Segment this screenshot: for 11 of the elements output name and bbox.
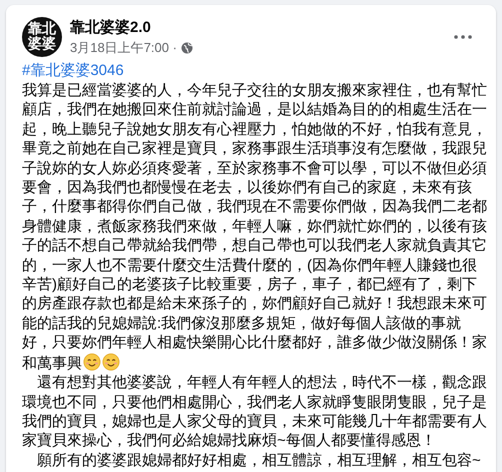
avatar[interactable]: 靠北婆婆	[22, 17, 62, 57]
post-paragraph: 願所有的婆婆跟媳婦都好好相處，相互體諒，相互理解，相互包容~	[36, 450, 482, 470]
more-options-icon[interactable]	[454, 35, 472, 39]
globe-icon	[180, 42, 193, 54]
post-paragraph: 我算是已經當婆婆的人，今年兒子交往的女朋友搬來家裡住，也有幫忙顧店，我們在她搬回來住前就討論過，是以結婚為目的的相處生活在一起，晚上聽兒子說她女朋友有心裡壓力，怕她做的不好，怕我有意見，畢竟之前她在自己家裡是寶貝，家務事跟生活瑣事沒有怎麼做，我跟兒子說妳的女人妳必須疼愛著，至於家務事不會可以學，可以不做但必須要會，因為我們也都慢慢在老去，以後妳們有自己的家庭，未來有孩子，什麼事都得你們自己做，我們現在不需要你們做，因為我們二老都身體健康，煮飯家務我們來做，年輕人嘛，妳們就忙妳們的，以後有孩子的話不想自己帶就給我們帶，想自己帶也可以我們老人家就負責其它的，一家人也不需要什麼交生活費什麼的，(因為你們年輕人賺錢也很辛苦)顧好自己的老婆孩子比較重要，房子，車子，都已經有了，剩下的房產跟存款也都是給未來孫子的，妳們顧好自己就好！我想跟未來可能的話我的兒媳婦說:我們傢沒那麼多規矩，做好每個人該做的事就好，只要妳們年輕人相處快樂開心比什麼都好，誰多做少做沒關係！家和萬事興	[22, 81, 488, 374]
post-time[interactable]: 3月18日上午7:00 ·	[70, 38, 177, 56]
hashtag-link[interactable]: #靠北婆婆3046	[22, 61, 124, 81]
post-paragraph: 還有想對其他婆婆說，年輕人有年輕人的想法，時代不一樣，觀念跟環境也不同，只要他們相處開心，我們老人家就睜隻眼閉隻眼，兒子是我們的寶貝，媳婦也是人家父母的寶貝，未來可能幾几十年都需要有人家寶貝來操心，我們何必給媳婦找麻煩~每個人都要懂得感恩！	[22, 373, 488, 451]
smiling-face-icon	[102, 352, 120, 371]
smiling-face-icon	[83, 352, 101, 371]
author-name[interactable]: 靠北婆婆2.0	[70, 18, 446, 36]
